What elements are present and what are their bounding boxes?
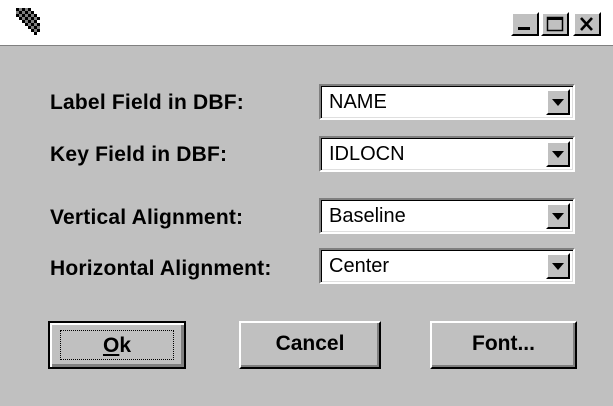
label-field-dropdown-button[interactable] <box>546 89 570 115</box>
horizontal-alignment-value: Center <box>329 255 390 277</box>
app-icon[interactable] <box>14 6 44 38</box>
horizontal-alignment-combo[interactable]: Center <box>319 248 575 284</box>
close-button[interactable] <box>573 12 601 36</box>
vertical-alignment-value: Baseline <box>329 205 406 227</box>
font-button[interactable]: Font... <box>430 321 577 369</box>
dialog-window: Label Field in DBF: NAME Key Field in DB… <box>0 0 613 406</box>
minimize-icon <box>518 27 530 30</box>
cancel-button[interactable]: Cancel <box>239 321 381 369</box>
minimize-button[interactable] <box>511 12 539 36</box>
vertical-alignment-combo[interactable]: Baseline <box>319 198 575 234</box>
vertical-alignment-label: Vertical Alignment: <box>50 206 244 229</box>
label-field-value: NAME <box>329 91 387 113</box>
ok-mnemonic: O <box>102 334 120 357</box>
key-field-dropdown-button[interactable] <box>546 141 570 167</box>
label-field-label: Label Field in DBF: <box>50 91 244 114</box>
vertical-alignment-dropdown-button[interactable] <box>546 203 570 229</box>
close-icon <box>580 17 593 31</box>
ok-button[interactable]: Ok <box>48 321 186 369</box>
key-field-combo[interactable]: IDLOCN <box>319 136 575 172</box>
dropdown-arrow-icon <box>552 213 564 220</box>
title-bar <box>0 0 613 46</box>
ok-label-rest: k <box>119 334 132 357</box>
ok-button-focus-rect: Ok <box>60 330 174 360</box>
dropdown-arrow-icon <box>552 99 564 106</box>
dropdown-arrow-icon <box>552 263 564 270</box>
maximize-button[interactable] <box>541 12 569 36</box>
horizontal-alignment-dropdown-button[interactable] <box>546 253 570 279</box>
label-field-combo[interactable]: NAME <box>319 84 575 120</box>
maximize-icon <box>546 16 564 32</box>
dropdown-arrow-icon <box>552 151 564 158</box>
key-field-label: Key Field in DBF: <box>50 143 228 166</box>
horizontal-alignment-label: Horizontal Alignment: <box>50 257 272 280</box>
key-field-value: IDLOCN <box>329 143 405 165</box>
